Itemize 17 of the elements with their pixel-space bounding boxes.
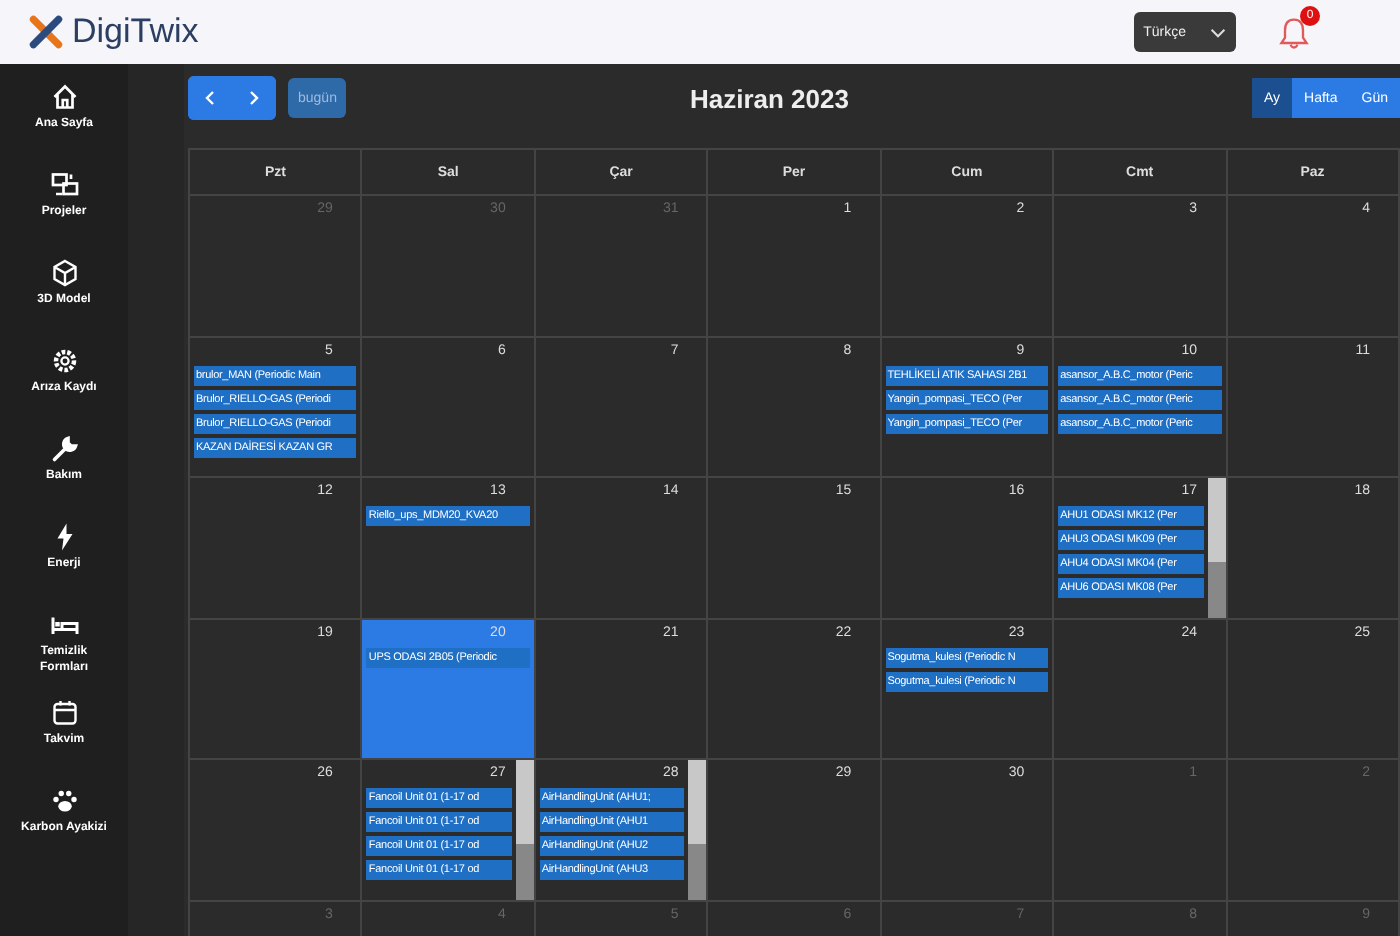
chevron-left-icon <box>204 90 216 106</box>
chevron-right-icon <box>248 90 260 106</box>
scrollbar[interactable] <box>1207 478 1226 617</box>
screens-icon <box>49 170 79 200</box>
paw-icon <box>49 786 79 816</box>
logo-icon <box>28 14 64 50</box>
cube-icon <box>49 258 79 288</box>
brand-name: DigiTwix <box>72 12 199 52</box>
bell-icon[interactable] <box>1276 16 1312 52</box>
month-title: Haziran 2023 <box>689 83 849 113</box>
wrench-icon <box>49 434 79 464</box>
gear-icon <box>49 346 79 376</box>
scrollbar[interactable] <box>515 760 534 899</box>
calendar-icon <box>49 698 79 728</box>
scrollbar[interactable] <box>688 760 707 899</box>
chevron-down-icon <box>1210 27 1226 37</box>
home-icon <box>49 82 79 112</box>
